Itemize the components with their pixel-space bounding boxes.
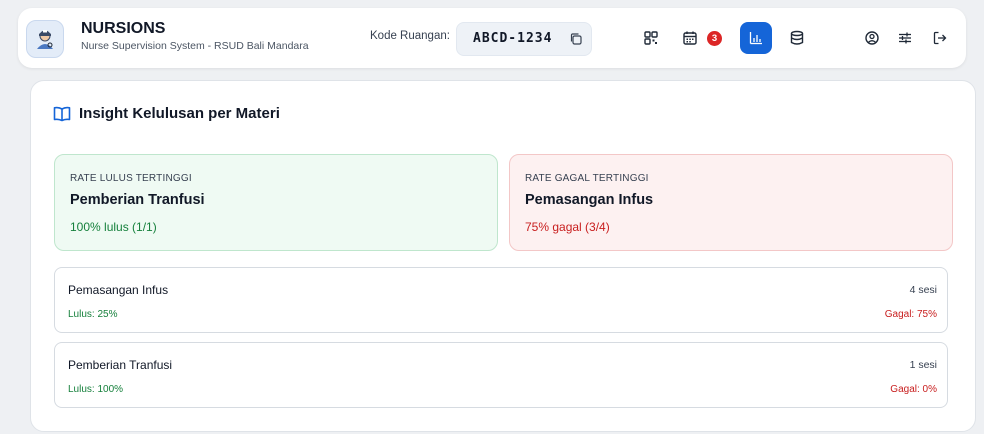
list-item: Pemasangan Infus 4 sesi Lulus: 25% Gagal… <box>54 267 948 333</box>
logout-button[interactable] <box>924 22 956 54</box>
room-code-label: Kode Ruangan: <box>370 30 450 42</box>
calendar-button[interactable] <box>674 22 706 54</box>
session-count: 4 sesi <box>909 284 937 296</box>
fail-rate: Gagal: 75% <box>884 309 937 320</box>
statistics-button[interactable] <box>740 22 772 54</box>
card-material-name: Pemasangan Infus <box>525 192 654 208</box>
user-circle-icon <box>865 31 879 45</box>
settings-button[interactable] <box>889 22 921 54</box>
app-subtitle: Nurse Supervision System - RSUD Bali Man… <box>81 40 309 52</box>
database-icon <box>790 30 804 45</box>
room-code-value: ABCD-1234 <box>473 31 553 46</box>
pass-rate: Lulus: 100% <box>68 384 124 395</box>
database-button[interactable] <box>781 22 813 54</box>
card-caption: RATE GAGAL TERTINGGI <box>525 173 649 184</box>
book-open-icon <box>53 106 71 122</box>
panel-title: Insight Kelulusan per Materi <box>79 105 280 122</box>
notification-badge: 3 <box>707 31 722 46</box>
profile-button[interactable] <box>856 22 888 54</box>
list-item: Pemberian Tranfusi 1 sesi Lulus: 100% Ga… <box>54 342 948 408</box>
logout-icon <box>933 31 947 45</box>
highest-pass-card: RATE LULUS TERTINGGI Pemberian Tranfusi … <box>54 154 498 251</box>
app-title: NURSIONS <box>81 20 166 37</box>
fail-rate: Gagal: 0% <box>890 384 937 395</box>
calendar-icon <box>683 31 697 45</box>
session-count: 1 sesi <box>909 359 937 371</box>
bar-chart-icon <box>749 32 762 45</box>
material-name: Pemberian Tranfusi <box>68 358 173 372</box>
pass-rate: Lulus: 25% <box>68 309 118 320</box>
insight-panel: Insight Kelulusan per Materi RATE LULUS … <box>30 80 976 432</box>
card-rate: 75% gagal (3/4) <box>525 220 610 234</box>
app-logo <box>26 20 64 58</box>
card-material-name: Pemberian Tranfusi <box>70 192 205 208</box>
card-rate: 100% lulus (1/1) <box>70 220 157 234</box>
nurse-logo-icon <box>37 30 53 49</box>
material-name: Pemasangan Infus <box>68 283 169 297</box>
card-caption: RATE LULUS TERTINGGI <box>70 173 192 184</box>
qr-code-icon <box>644 31 658 45</box>
sliders-icon <box>899 32 911 44</box>
top-header: NURSIONS Nurse Supervision System - RSUD… <box>18 8 966 68</box>
highest-fail-card: RATE GAGAL TERTINGGI Pemasangan Infus 75… <box>509 154 953 251</box>
room-code-box: ABCD-1234 <box>456 22 592 56</box>
copy-icon[interactable] <box>569 32 583 46</box>
qr-code-button[interactable] <box>635 22 667 54</box>
